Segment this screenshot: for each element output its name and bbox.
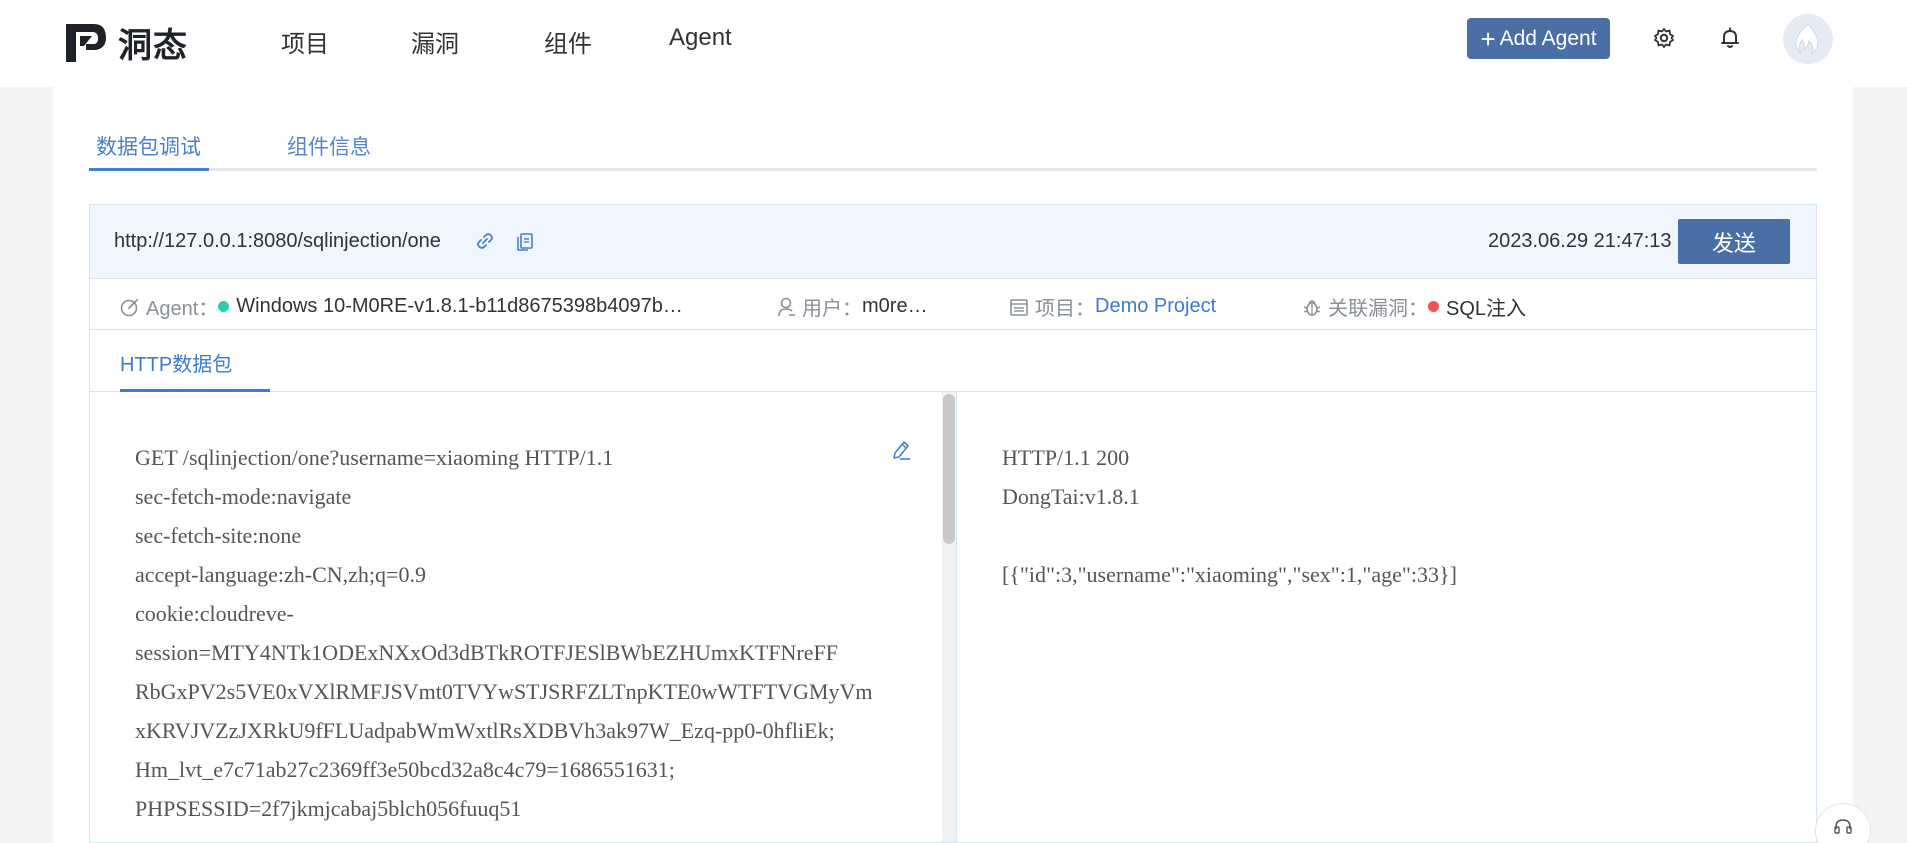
nav-item-agent[interactable]: Agent [669,24,732,52]
request-packet-pane[interactable]: GET /sqlinjection/one?username=xiaoming … [90,392,942,842]
add-agent-label: Add Agent [1499,26,1597,50]
edit-circle-icon [120,298,138,316]
link-icon[interactable] [475,231,495,251]
project-link[interactable]: Demo Project [1095,295,1216,318]
flame-icon [1795,23,1819,55]
request-line: Hm_lvt_e7c71ab27c2369ff3e50bcd32a8c4c79=… [135,757,675,782]
tab-http-packet[interactable]: HTTP数据包 [120,348,232,377]
request-line: PHPSESSID=2f7jkmjcabaj5blch056fuuq51 [135,796,522,821]
request-line: xKRVJVZzJXRkU9fFLUadpabWmWxtlRsXDBVh3ak9… [135,718,835,743]
tab-packet-debug[interactable]: 数据包调试 [96,131,201,171]
request-line: cookie:cloudreve- [135,601,294,626]
request-url: http://127.0.0.1:8080/sqlinjection/one [114,230,441,252]
request-timestamp: 2023.06.29 21:47:13 [1488,230,1672,252]
meta-vulnerability: 关联漏洞： SQL注入 [1302,292,1526,321]
gear-icon[interactable] [1652,26,1676,50]
user-icon [778,297,795,316]
response-packet-text: HTTP/1.1 200 DongTai:v1.8.1 [{"id":3,"us… [1002,438,1782,594]
user-label: 用户： [802,298,862,320]
tab-label: 组件信息 [287,136,371,159]
request-line: GET /sqlinjection/one?username=xiaoming … [135,445,614,470]
bug-icon [1303,299,1321,316]
tab-component-info[interactable]: 组件信息 [287,131,371,171]
vulnerability-label: 关联漏洞： [1328,298,1428,320]
brand-name: 洞态 [118,26,188,66]
vulnerability-status-dot [1428,301,1439,312]
meta-user: 用户： m0re… [778,292,928,321]
packet-tabs: HTTP数据包 [90,330,1816,392]
agent-status-dot [218,301,230,312]
avatar[interactable] [1783,14,1833,64]
page-tabs: 数据包调试 组件信息 [89,131,1817,171]
request-packet-text: GET /sqlinjection/one?username=xiaoming … [135,438,915,828]
packet-panes: GET /sqlinjection/one?username=xiaoming … [90,392,1816,842]
agent-value[interactable]: Windows 10-M0RE-v1.8.1-b11d8675398b4097b… [236,295,683,318]
agent-label: Agent： [146,298,219,320]
nav-item-vulnerabilities[interactable]: 漏洞 [411,24,459,59]
response-packet-pane[interactable]: HTTP/1.1 200 DongTai:v1.8.1 [{"id":3,"us… [956,392,1816,842]
request-line: session=MTY4NTk1ODExNXxOd3dBTkROTFJESlBW… [135,640,838,665]
send-button[interactable]: 发送 [1678,219,1790,264]
nav-item-projects[interactable]: 项目 [281,24,329,59]
copy-icon[interactable] [515,231,535,251]
add-agent-button[interactable]: + Add Agent [1467,18,1610,59]
project-label: 项目： [1035,298,1095,320]
response-line: DongTai:v1.8.1 [1002,484,1140,509]
nav-item-components[interactable]: 组件 [544,24,592,59]
meta-agent: Agent： Windows 10-M0RE-v1.8.1-b11d867539… [120,292,683,321]
request-panel: http://127.0.0.1:8080/sqlinjection/one 2… [89,204,1817,843]
active-tab-indicator [89,168,209,171]
request-line: accept-language:zh-CN,zh;q=0.9 [135,562,426,587]
tab-label: 数据包调试 [96,136,201,159]
main-card: 数据包调试 组件信息 http://127.0.0.1:8080/sqlinje… [53,87,1853,843]
plus-icon: + [1480,23,1496,54]
request-meta: Agent： Windows 10-M0RE-v1.8.1-b11d867539… [90,279,1816,330]
request-scrollbar-thumb[interactable] [943,394,955,544]
request-line: sec-fetch-mode:navigate [135,484,352,509]
headset-icon [1834,819,1852,834]
user-value: m0re… [862,295,928,317]
response-line: HTTP/1.1 200 [1002,445,1130,470]
request-line: RbGxPV2s5VE0xVXlRMFJSVmt0TVYwSTJSRFZLTnp… [135,679,873,704]
dongtai-logo-icon [66,23,106,62]
vulnerability-value[interactable]: SQL注入 [1446,292,1526,321]
meta-project: 项目： Demo Project [1009,292,1216,321]
pencil-icon[interactable] [890,438,912,460]
url-bar: http://127.0.0.1:8080/sqlinjection/one 2… [90,205,1816,279]
brand-logo[interactable]: 洞态 [64,18,188,67]
project-icon [1010,298,1028,316]
response-line: [{"id":3,"username":"xiaoming","sex":1,"… [1002,562,1457,587]
top-navbar: 洞态 项目 漏洞 组件 Agent + Add Agent [0,0,1907,87]
bell-icon[interactable] [1718,26,1742,50]
response-line [1002,516,1782,555]
request-line: sec-fetch-site:none [135,523,302,548]
